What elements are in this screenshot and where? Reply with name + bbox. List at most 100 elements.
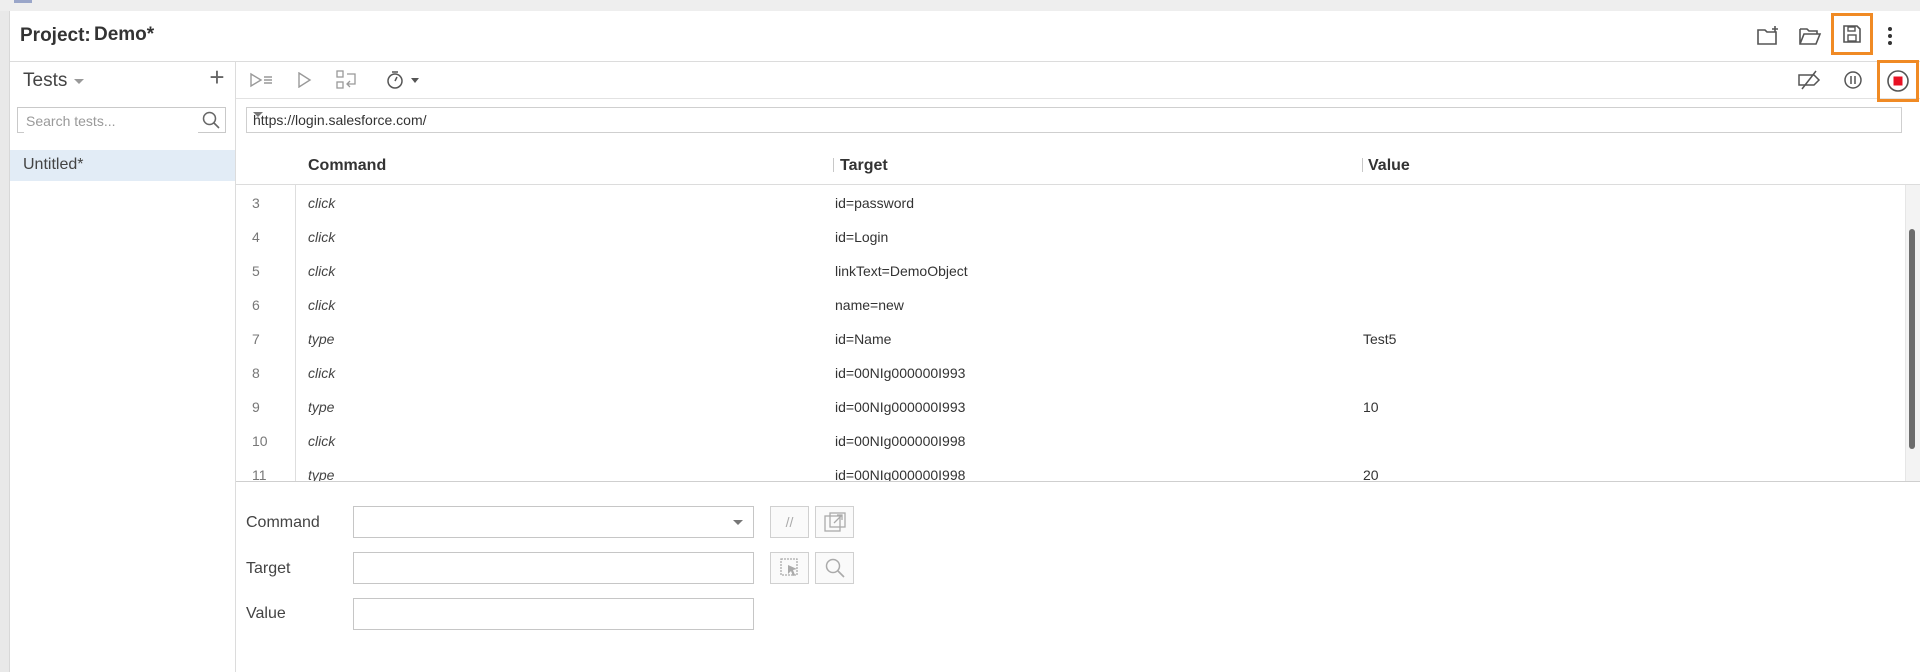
test-editor-panel: https://login.salesforce.com/ Command Ta… — [236, 60, 1920, 672]
table-scrollbar[interactable] — [1905, 185, 1920, 481]
command-cell: click — [308, 263, 336, 279]
command-cell: type — [308, 399, 335, 415]
table-row[interactable]: 7 type id=Name Test5 — [236, 322, 1906, 356]
line-number: 7 — [252, 331, 260, 347]
test-item-untitled[interactable]: Untitled* — [10, 150, 235, 181]
table-row[interactable]: 10 click id=00NIg000000I998 — [236, 424, 1906, 458]
target-label: Target — [246, 560, 291, 577]
command-cell: click — [308, 297, 336, 313]
save-icon — [1843, 25, 1861, 43]
new-folder-icon — [1757, 26, 1778, 45]
line-number: 9 — [252, 399, 260, 415]
step-icon — [336, 70, 356, 89]
value-cell: 10 — [1363, 399, 1379, 415]
select-element-icon — [779, 558, 798, 576]
command-cell: click — [308, 229, 336, 245]
table-row[interactable]: 6 click name=new — [236, 288, 1906, 322]
target-cell: id=00NIg000000I998 — [835, 467, 966, 482]
search-tests-box — [17, 107, 226, 133]
target-cell: linkText=DemoObject — [835, 263, 968, 279]
command-cell: click — [308, 195, 336, 211]
target-input[interactable] — [353, 552, 754, 584]
command-select[interactable] — [353, 506, 754, 538]
search-icon[interactable] — [202, 111, 220, 129]
stopwatch-icon — [387, 71, 403, 89]
more-vertical-icon — [1888, 27, 1892, 45]
caret-down-icon — [411, 77, 419, 83]
target-cell: id=00NIg000000I998 — [835, 433, 966, 449]
line-number: 11 — [252, 467, 267, 482]
save-project-button[interactable] — [1831, 13, 1873, 55]
scrollbar-thumb[interactable] — [1909, 229, 1915, 449]
open-window-icon — [823, 512, 846, 532]
project-label: Project: — [20, 25, 91, 46]
command-cell: click — [308, 433, 336, 449]
column-header-value: Value — [1368, 157, 1410, 174]
caret-down-icon[interactable] — [733, 520, 743, 525]
column-header-command: Command — [308, 157, 387, 174]
step-over-button[interactable] — [334, 66, 360, 94]
new-project-button[interactable] — [1751, 19, 1785, 53]
breakpoint-off-icon — [1798, 70, 1821, 90]
playback-toolbar — [236, 60, 1920, 102]
column-header-target: Target — [840, 157, 888, 174]
find-target-button[interactable] — [815, 552, 854, 584]
search-icon — [825, 558, 845, 578]
disable-breakpoints-button[interactable] — [1793, 66, 1825, 94]
table-row[interactable]: 5 click linkText=DemoObject — [236, 254, 1906, 288]
play-icon — [298, 72, 312, 88]
line-number: 8 — [252, 365, 260, 381]
table-row[interactable]: 11 type id=00NIg000000I998 20 — [236, 458, 1906, 482]
stop-recording-button[interactable] — [1877, 60, 1919, 102]
add-test-button[interactable]: + — [205, 62, 229, 92]
value-cell: 20 — [1363, 467, 1379, 482]
target-cell: id=Name — [835, 331, 892, 347]
target-cell: id=Login — [835, 229, 889, 245]
commands-table-body: 3 click id=password 4 click id=Login 5 click lin… — [236, 185, 1920, 482]
table-row[interactable]: 8 click id=00NIg000000I993 — [236, 356, 1906, 390]
table-row[interactable]: 4 click id=Login — [236, 220, 1906, 254]
value-cell: Test5 — [1363, 331, 1397, 347]
column-resize-handle[interactable] — [1362, 158, 1363, 172]
base-url-value: https://login.salesforce.com/ — [253, 112, 427, 128]
speed-dropdown-button[interactable] — [382, 66, 422, 94]
line-number: 6 — [252, 297, 260, 313]
line-number: 3 — [252, 195, 260, 211]
comment-label: // — [785, 514, 794, 530]
project-name[interactable]: Demo* — [94, 24, 154, 46]
column-resize-handle[interactable] — [833, 158, 834, 172]
run-current-test-button[interactable] — [292, 66, 316, 94]
value-input[interactable] — [353, 598, 754, 630]
command-cell: type — [308, 331, 335, 347]
caret-down-icon[interactable] — [74, 79, 84, 84]
record-stop-icon — [1887, 70, 1909, 92]
run-all-icon — [250, 72, 272, 88]
select-target-button[interactable] — [770, 552, 809, 584]
window-mark — [14, 0, 32, 3]
top-strip — [0, 0, 1920, 11]
open-folder-icon — [1799, 28, 1822, 45]
line-number: 10 — [252, 433, 268, 449]
base-url-select[interactable]: https://login.salesforce.com/ — [246, 107, 1902, 133]
tests-dropdown-label[interactable]: Tests — [23, 70, 67, 92]
search-tests-input[interactable] — [24, 109, 198, 133]
pause-on-exceptions-button[interactable] — [1841, 66, 1865, 94]
value-label: Value — [246, 605, 286, 622]
open-project-button[interactable] — [1793, 19, 1827, 53]
target-cell: id=00NIg000000I993 — [835, 365, 966, 381]
comment-toggle-button[interactable]: // — [770, 506, 809, 538]
run-all-tests-button[interactable] — [248, 66, 276, 94]
pause-icon — [1844, 71, 1862, 89]
target-cell: id=password — [835, 195, 914, 211]
command-cell: type — [308, 467, 335, 482]
tests-sidebar: Tests + Untitled* — [10, 62, 236, 672]
caret-down-icon[interactable] — [253, 112, 263, 117]
commands-table-header: Command Target Value — [236, 146, 1920, 185]
more-options-button[interactable] — [1880, 19, 1900, 53]
table-row[interactable]: 3 click id=password — [236, 186, 1906, 220]
test-item-label: Untitled* — [23, 156, 84, 173]
line-number: 4 — [252, 229, 260, 245]
command-label: Command — [246, 514, 320, 531]
open-reference-button[interactable] — [815, 506, 854, 538]
table-row[interactable]: 9 type id=00NIg000000I993 10 — [236, 390, 1906, 424]
